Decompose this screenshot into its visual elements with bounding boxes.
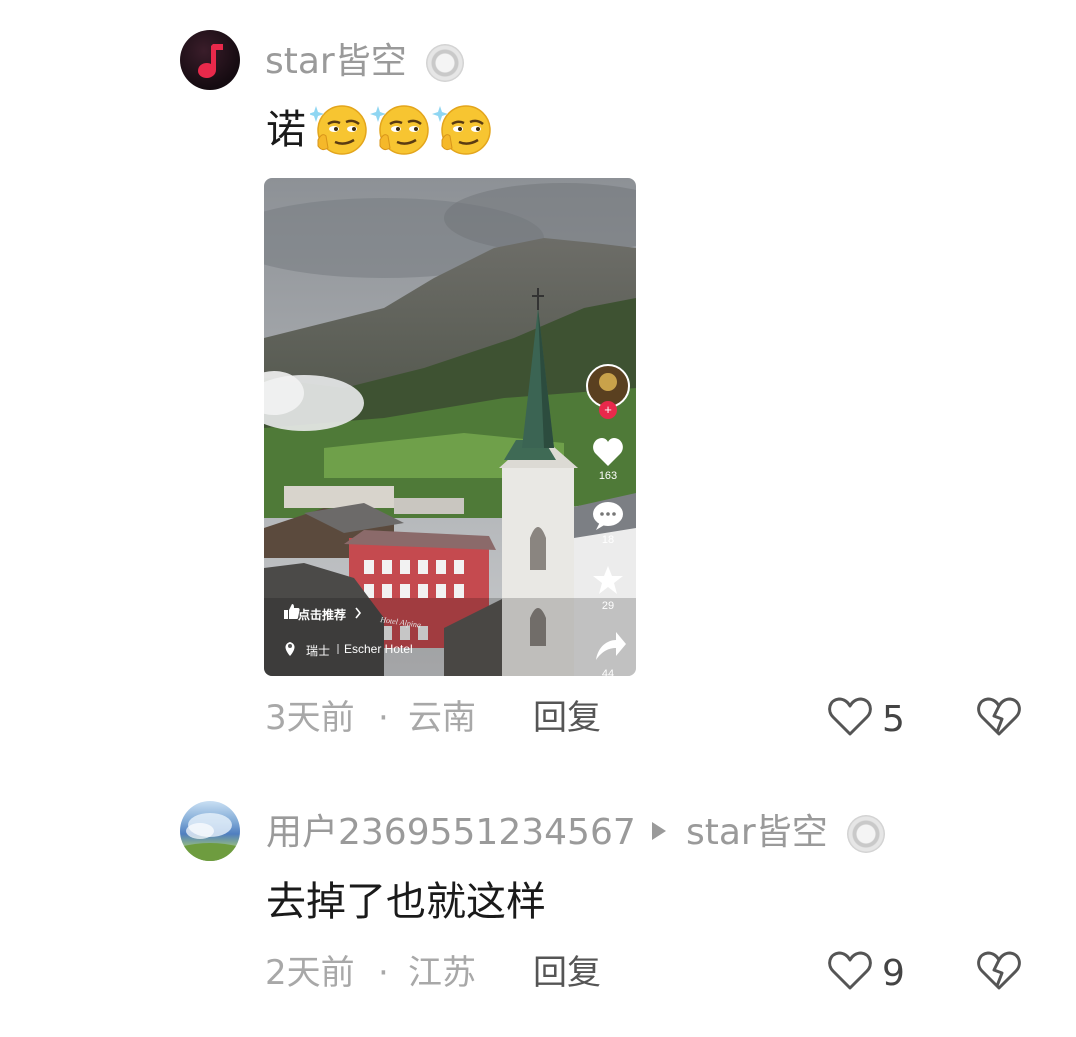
svg-text:+: + (604, 402, 612, 417)
comment-time: 2天前 (265, 953, 355, 993)
triangle-right-icon (652, 822, 666, 840)
verified-badge-icon (847, 815, 885, 853)
reply-to-username[interactable]: star皆空 (686, 813, 828, 853)
broken-heart-icon[interactable] (975, 694, 1023, 740)
meta-separator: · (378, 953, 389, 993)
comment-username[interactable]: star皆空 (265, 42, 407, 82)
verified-badge-icon (426, 44, 464, 82)
user-avatar[interactable] (180, 801, 240, 861)
broken-heart-icon[interactable] (975, 948, 1023, 994)
comment-location: 云南 (408, 698, 476, 738)
recommend-label[interactable]: 点击推荐 (298, 606, 346, 623)
video-thumbnail[interactable]: + Hotel Alpina 163 18 29 44 点击推荐 瑞士 Esch… (264, 178, 636, 676)
video-favorite-count: 29 (601, 600, 615, 612)
thinking-smirk-emoji (310, 104, 492, 156)
heart-outline-icon[interactable] (826, 948, 874, 994)
location-place: Escher Hotel (344, 642, 413, 656)
video-share-count: 44 (601, 668, 615, 676)
video-scene-image: + Hotel Alpina (264, 178, 636, 676)
reply-button[interactable]: 回复 (533, 698, 601, 738)
comment-location: 江苏 (408, 953, 476, 993)
reply-button[interactable]: 回复 (533, 953, 601, 993)
comment-text: 去掉了也就这样 (266, 879, 546, 925)
location-country: 瑞士 (306, 644, 331, 658)
comment-time: 3天前 (265, 698, 355, 738)
video-comment-count: 18 (601, 534, 615, 546)
avatar-image (180, 813, 240, 861)
user-avatar[interactable] (180, 30, 240, 90)
comment-text: 诺 (266, 107, 306, 153)
video-like-count: 163 (598, 470, 618, 482)
music-note-icon (198, 44, 223, 78)
meta-separator: · (378, 698, 389, 738)
heart-outline-icon[interactable] (826, 694, 874, 740)
comment-like-count: 5 (882, 699, 905, 740)
comment-username[interactable]: 用户2369551234567 (266, 813, 636, 853)
comment-like-count: 9 (882, 953, 905, 994)
